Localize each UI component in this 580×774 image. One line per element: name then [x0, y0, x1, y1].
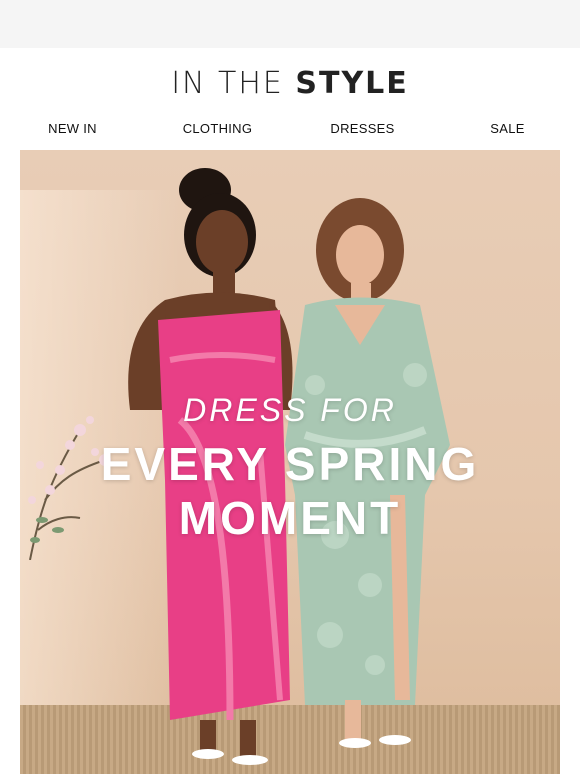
brand-logo[interactable]: IN THE STYLE: [0, 66, 580, 102]
hero-banner[interactable]: DRESS FOR EVERY SPRING MOMENT: [20, 150, 560, 774]
nav-item-dresses[interactable]: DRESSES: [290, 118, 435, 140]
top-bar: [0, 0, 580, 48]
hero-headline-line2: EVERY SPRING: [100, 438, 480, 490]
nav-item-new-in[interactable]: NEW IN: [0, 118, 145, 140]
hero-headline-line3: MOMENT: [178, 492, 402, 544]
hero-headline-line1: DRESS FOR: [183, 392, 397, 428]
nav-item-clothing[interactable]: CLOTHING: [145, 118, 290, 140]
logo-text-part2: STYLE: [295, 66, 409, 101]
logo-text-part1: IN THE: [171, 66, 296, 101]
main-nav: NEW IN CLOTHING DRESSES SALE: [0, 118, 580, 140]
nav-item-sale[interactable]: SALE: [435, 118, 580, 140]
